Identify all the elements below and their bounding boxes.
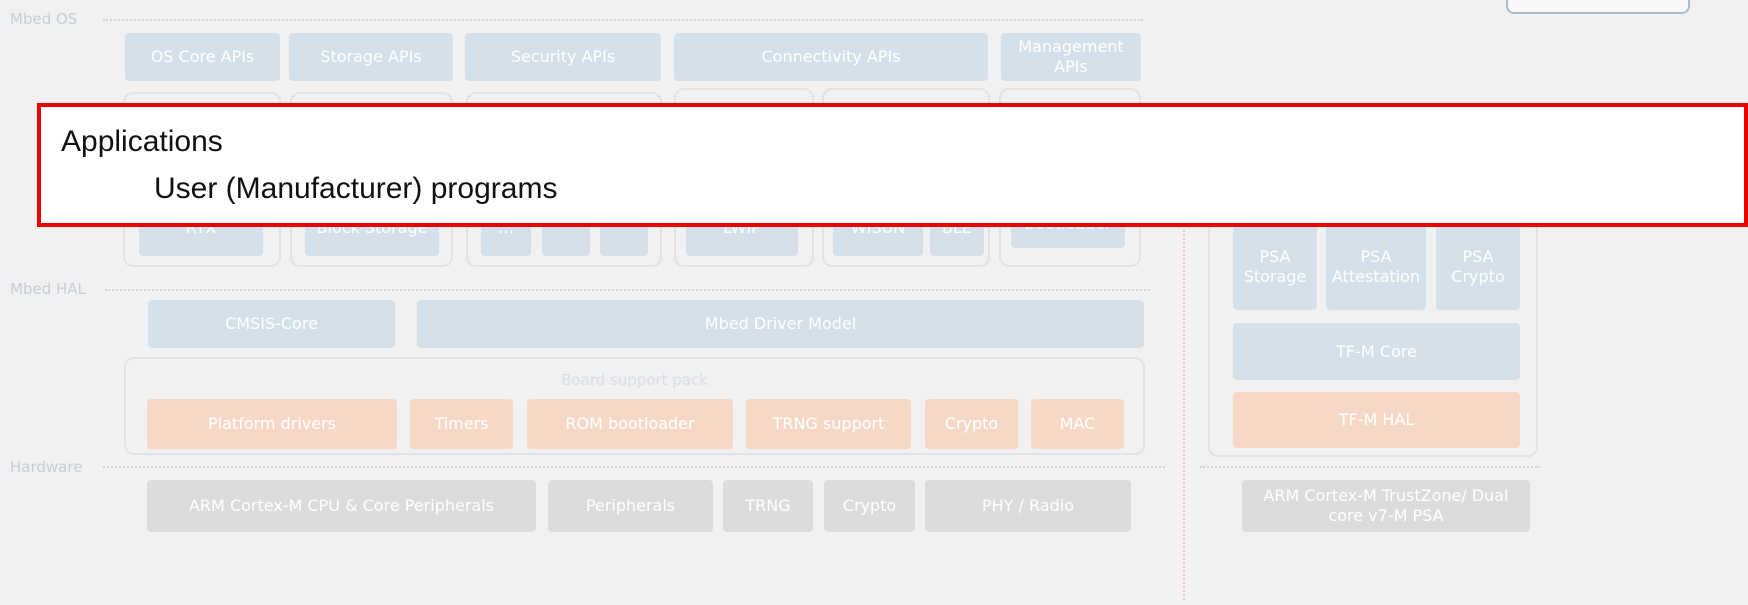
hw-trustzone: ARM Cortex-M TrustZone/ Dual core v7-M P… xyxy=(1242,480,1530,532)
hal-driver-model: Mbed Driver Model xyxy=(417,300,1144,348)
secure-boundary xyxy=(1183,225,1185,600)
hw-peripherals: Peripherals xyxy=(548,480,713,532)
bsp-crypto: Crypto xyxy=(925,399,1018,449)
tfm-hal: TF-M HAL xyxy=(1233,392,1520,448)
callout-subtitle: User (Manufacturer) programs xyxy=(154,172,558,205)
layer-label-hardware: Hardware xyxy=(10,458,83,476)
bsp-timers: Timers xyxy=(410,399,513,449)
hw-phy-radio: PHY / Radio xyxy=(925,480,1131,532)
callout-title: Applications xyxy=(61,125,223,158)
hw-cpu: ARM Cortex-M CPU & Core Peripherals xyxy=(147,480,536,532)
mbed-os-separator xyxy=(103,19,1143,21)
bsp-title: Board support pack xyxy=(561,371,708,389)
corner-box xyxy=(1506,0,1690,14)
api-security: Security APIs xyxy=(465,33,661,81)
api-storage: Storage APIs xyxy=(289,33,453,81)
layer-label-mbed-os: Mbed OS xyxy=(10,10,78,28)
bsp-mac: MAC xyxy=(1031,399,1124,449)
tfm-core: TF-M Core xyxy=(1233,323,1520,380)
bsp-platform-drivers: Platform drivers xyxy=(147,399,397,449)
hal-cmsis-core: CMSIS-Core xyxy=(148,300,395,348)
bsp-rom-bootloader: ROM bootloader xyxy=(527,399,733,449)
hw-crypto: Crypto xyxy=(824,480,915,532)
applications-callout: Applications User (Manufacturer) program… xyxy=(37,103,1748,227)
layer-label-mbed-hal: Mbed HAL xyxy=(10,280,86,298)
psa-storage: PSA Storage xyxy=(1233,224,1317,310)
bsp-trng-support: TRNG support xyxy=(746,399,911,449)
psa-hardware-separator xyxy=(1200,466,1540,468)
hw-trng: TRNG xyxy=(723,480,813,532)
api-connectivity: Connectivity APIs xyxy=(674,33,988,81)
psa-crypto: PSA Crypto xyxy=(1436,224,1520,310)
api-management: Management APIs xyxy=(1001,33,1141,81)
psa-attestation: PSA Attestation xyxy=(1326,224,1426,310)
hardware-separator xyxy=(103,466,1165,468)
architecture-diagram: Mbed OS Mbed HAL Hardware OS Core APIs S… xyxy=(0,0,1748,605)
mbed-hal-separator xyxy=(105,289,1150,291)
api-os-core: OS Core APIs xyxy=(125,33,280,81)
